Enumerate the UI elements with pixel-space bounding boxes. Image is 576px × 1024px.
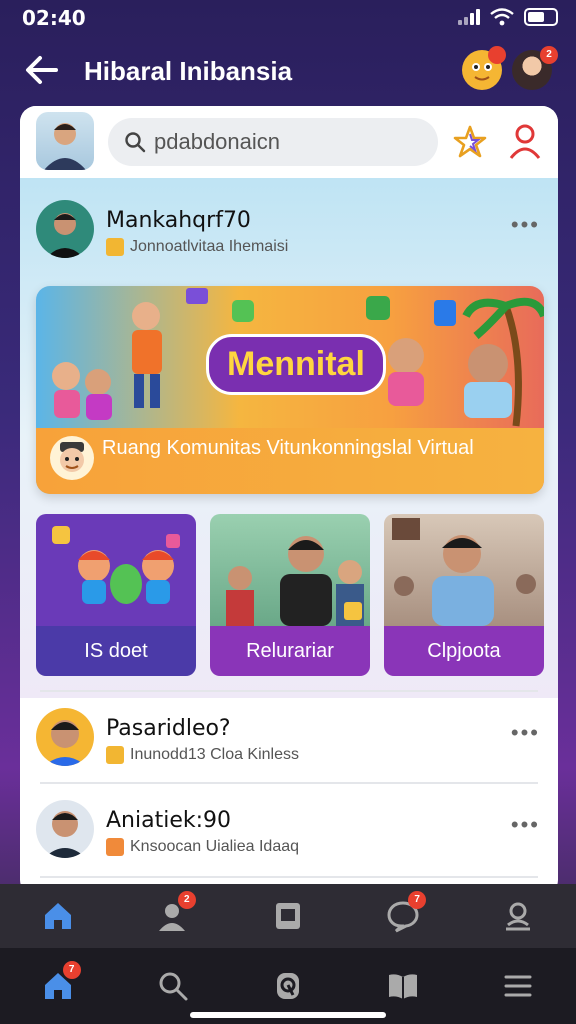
post-subtitle: Jonnoatlvitaa Ihemaisi xyxy=(106,238,288,256)
tile-image xyxy=(210,514,370,626)
post-subtitle-text: Jonnoatlvitaa Ihemaisi xyxy=(130,238,289,255)
person-avatar-icon xyxy=(44,811,86,858)
tile-card[interactable]: Relurariar xyxy=(210,514,370,676)
status-icons xyxy=(458,8,558,26)
tile-label: Relurariar xyxy=(210,626,370,676)
post-subtitle: Knsoocan Uialiea Idaaq xyxy=(106,838,299,856)
nav-create[interactable] xyxy=(263,961,313,1011)
tab-home[interactable] xyxy=(33,891,83,941)
book-icon xyxy=(389,974,418,999)
person-photo-illustration xyxy=(392,518,536,626)
post-author[interactable]: Mankahqrf70 xyxy=(106,208,251,233)
banner-caption: Ruang Komunitas Vitunkonningslal Virtual xyxy=(102,437,474,459)
more-options-icon[interactable]: ••• xyxy=(511,720,540,746)
tab-badge: 2 xyxy=(177,891,196,909)
tab-people[interactable]: 2 xyxy=(148,891,198,941)
notification-badge xyxy=(488,46,506,64)
post-header: Mankahqrf70 Jonnoatlvitaa Ihemaisi ••• xyxy=(20,194,558,264)
status-time: 02:40 xyxy=(22,6,86,30)
community-banner[interactable]: Mennital Ruang Komunitas Vitunkonningsla… xyxy=(36,286,544,494)
tab-pages[interactable] xyxy=(263,891,313,941)
tab-badge: 7 xyxy=(408,891,427,909)
person-avatar-icon xyxy=(44,720,86,766)
post-header: Aniatiek:90 Knsoocan Uialiea Idaaq ••• xyxy=(20,794,558,864)
home-indicator xyxy=(190,1012,386,1018)
post-subtitle-text: Inunodd13 Cloa Kinless xyxy=(130,746,300,763)
mascot-notification-button[interactable] xyxy=(462,46,506,90)
feed-card: Mankahqrf70 Jonnoatlvitaa Ihemaisi ••• M… xyxy=(20,106,558,896)
more-options-icon[interactable]: ••• xyxy=(511,812,540,838)
tab-profile[interactable] xyxy=(493,891,543,941)
nav-badge: 7 xyxy=(62,961,81,979)
tile-label: IS doet xyxy=(36,626,196,676)
user-icon[interactable] xyxy=(508,122,542,160)
menu-icon xyxy=(504,975,532,997)
signal-icon xyxy=(458,9,480,25)
my-avatar[interactable] xyxy=(36,112,94,170)
tag-icon xyxy=(106,838,124,856)
banner-caption-bar: Ruang Komunitas Vitunkonningslal Virtual xyxy=(36,428,544,494)
composer-bar xyxy=(20,106,558,178)
back-arrow-icon[interactable] xyxy=(22,50,62,90)
post-avatar[interactable] xyxy=(36,200,94,258)
tile-image xyxy=(36,514,196,626)
nav-search[interactable] xyxy=(148,961,198,1011)
avatar-badge: 2 xyxy=(540,46,558,64)
banner-title: Mennital xyxy=(206,334,386,395)
search-input[interactable] xyxy=(154,129,424,155)
battery-icon xyxy=(524,8,558,26)
nav-library[interactable] xyxy=(378,961,428,1011)
tab-chat[interactable]: 7 xyxy=(378,891,428,941)
community-tiles: IS doet Relurariar Clpjoota xyxy=(36,514,544,676)
post-author[interactable]: Aniatiek:90 xyxy=(106,808,231,833)
home-icon xyxy=(44,903,71,929)
tile-card[interactable]: Clpjoota xyxy=(384,514,544,676)
divider xyxy=(40,876,538,878)
wifi-icon xyxy=(490,8,514,26)
group-photo-illustration xyxy=(226,536,364,626)
search-bar[interactable] xyxy=(108,118,438,166)
divider xyxy=(40,690,538,692)
divider xyxy=(40,782,538,784)
post-subtitle-text: Knsoocan Uialiea Idaaq xyxy=(130,838,300,855)
more-options-icon[interactable]: ••• xyxy=(511,212,540,238)
star-icon[interactable] xyxy=(452,124,488,160)
search-icon xyxy=(125,132,146,153)
mascot-icon xyxy=(50,436,94,480)
page-title: Hibaral Inibansia xyxy=(84,56,293,86)
pages-icon xyxy=(275,903,300,929)
tag-icon xyxy=(106,746,124,764)
nav-menu[interactable] xyxy=(493,961,543,1011)
app-header: Hibaral Inibansia 2 xyxy=(0,44,576,98)
person-avatar-icon xyxy=(44,123,86,170)
create-icon xyxy=(276,973,299,999)
tile-image xyxy=(384,514,544,626)
post-avatar[interactable] xyxy=(36,708,94,766)
profile-avatar-button[interactable]: 2 xyxy=(512,46,558,90)
post-author[interactable]: Pasaridleo? xyxy=(106,716,231,741)
post-avatar[interactable] xyxy=(36,800,94,858)
tile-label: Clpjoota xyxy=(384,626,544,676)
post-subtitle: Inunodd13 Cloa Kinless xyxy=(106,746,299,764)
tile-card[interactable]: IS doet xyxy=(36,514,196,676)
status-bar: 02:40 xyxy=(0,0,576,36)
game-characters-illustration xyxy=(52,526,180,604)
nav-home[interactable]: 7 xyxy=(33,961,83,1011)
person-avatar-icon xyxy=(46,213,84,258)
tag-icon xyxy=(106,238,124,256)
tab-bar: 2 7 xyxy=(0,884,576,948)
post-header: Pasaridleo? Inunodd13 Cloa Kinless ••• xyxy=(20,702,558,772)
search-icon xyxy=(159,972,188,1001)
profile-icon xyxy=(506,902,531,931)
